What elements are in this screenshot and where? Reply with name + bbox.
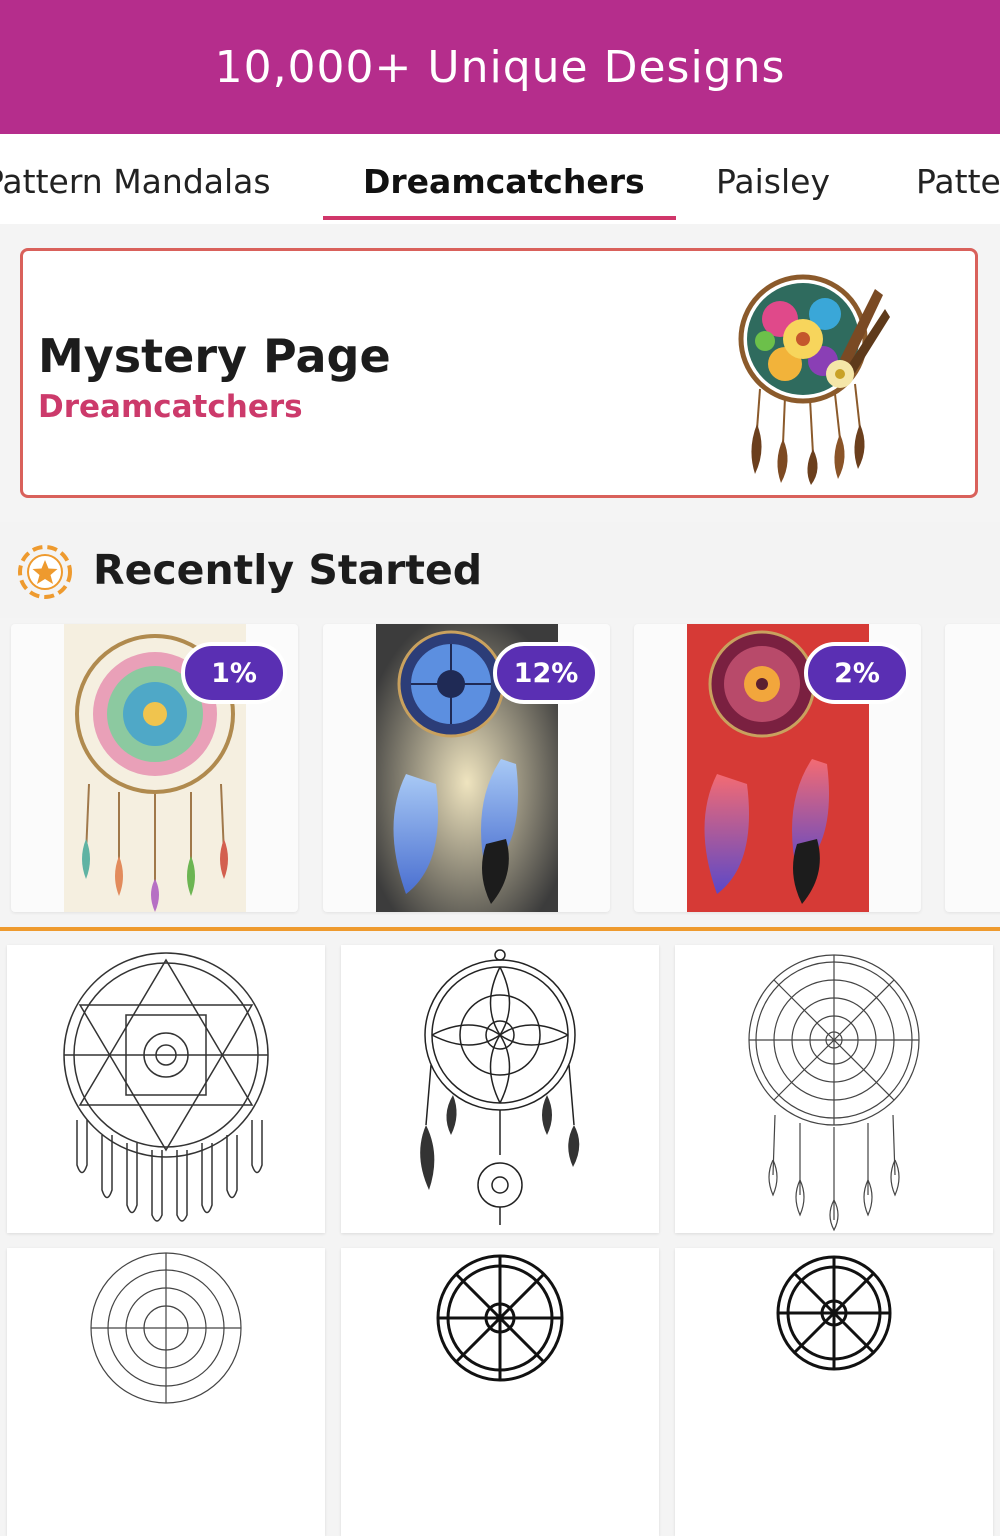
tab-pattern-mandalas[interactable]: Pattern Mandalas: [0, 162, 271, 201]
recently-started-header: Recently Started: [0, 522, 1000, 618]
mystery-page-card[interactable]: Mystery Page Dreamcatchers: [20, 248, 978, 498]
mystery-page-category: Dreamcatchers: [38, 389, 303, 425]
gallery-item[interactable]: [7, 1248, 325, 1536]
recent-item[interactable]: 12%: [323, 624, 610, 912]
header-banner: 10,000+ Unique Designs: [0, 0, 1000, 134]
recent-item[interactable]: 2%: [634, 624, 921, 912]
category-tabs: Pattern Mandalas Dreamcatchers Paisley P…: [0, 134, 1000, 224]
tab-pattern-next[interactable]: Patte: [916, 162, 1000, 201]
tab-dreamcatchers[interactable]: Dreamcatchers: [363, 162, 645, 201]
dreamcatcher-5-lineart: [436, 1254, 564, 1382]
banner-title: 10,000+ Unique Designs: [214, 41, 786, 93]
gallery-item[interactable]: [341, 1248, 659, 1536]
dreamcatcher-6-lineart: [776, 1255, 892, 1371]
dreamcatcher-3-lineart: [748, 954, 920, 1232]
gallery-item[interactable]: [341, 945, 659, 1233]
dreamcatcher-1-lineart: [63, 952, 269, 1222]
mystery-page-title: Mystery Page: [38, 329, 391, 383]
gallery-item[interactable]: [675, 1248, 993, 1536]
recent-item[interactable]: [945, 624, 1000, 912]
progress-badge: 2%: [804, 642, 910, 704]
tab-paisley[interactable]: Paisley: [716, 162, 830, 201]
gallery-item[interactable]: [675, 945, 993, 1233]
active-tab-indicator: [323, 216, 676, 220]
recently-started-list: 1% 12% 2%: [0, 624, 1000, 912]
gallery-item[interactable]: [7, 945, 325, 1233]
section-divider: [0, 927, 1000, 931]
dreamcatcher-colored-icon: [738, 274, 890, 485]
star-badge-icon: [18, 545, 72, 599]
progress-badge: 1%: [181, 642, 287, 704]
recent-item[interactable]: 1%: [11, 624, 298, 912]
dreamcatcher-2-lineart: [420, 949, 580, 1225]
recently-started-title: Recently Started: [93, 546, 483, 594]
dreamcatcher-4-lineart: [90, 1252, 242, 1404]
progress-badge: 12%: [493, 642, 599, 704]
